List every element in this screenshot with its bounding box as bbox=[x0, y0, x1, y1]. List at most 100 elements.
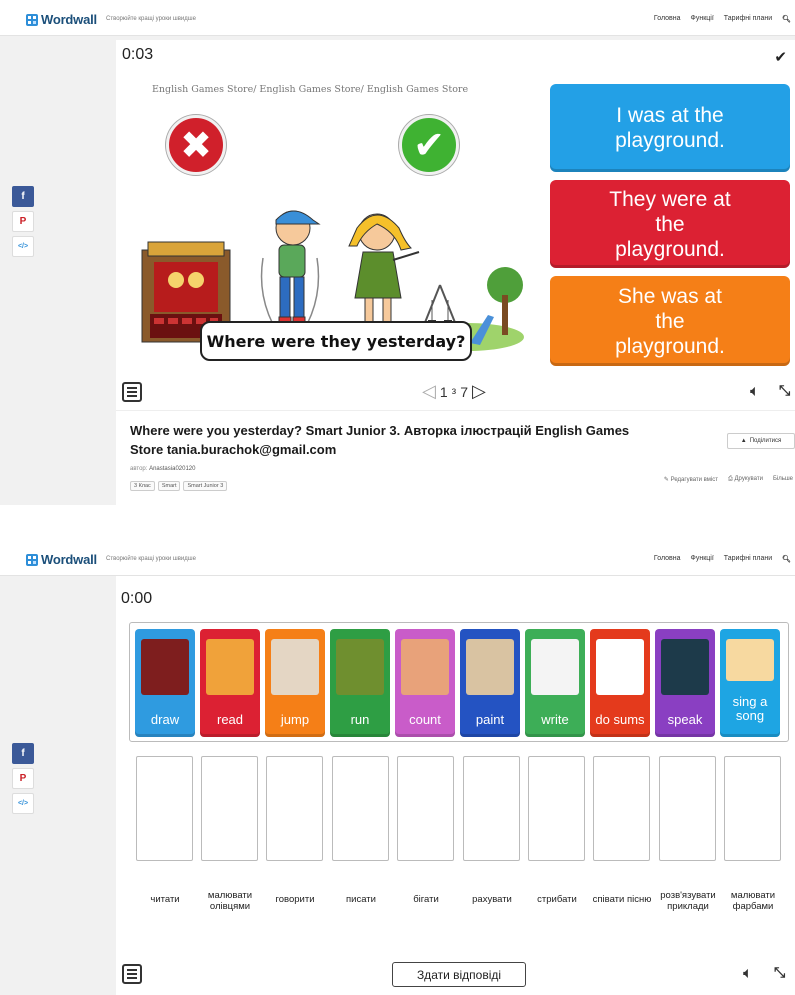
logo[interactable]: Wordwall bbox=[26, 12, 97, 27]
sound-icon[interactable]: 🔈︎ bbox=[743, 965, 753, 983]
embed-icon: </> bbox=[17, 243, 29, 250]
printer-icon: ⎙ bbox=[728, 476, 733, 482]
drop-zone[interactable] bbox=[528, 756, 585, 861]
pinterest-share-button[interactable]: P bbox=[12, 211, 34, 232]
card-label: paint bbox=[475, 712, 505, 727]
card-read[interactable]: read bbox=[200, 629, 260, 737]
menu-button[interactable] bbox=[122, 382, 142, 402]
card-jump[interactable]: jump bbox=[265, 629, 325, 737]
share-button[interactable]: ▲ Поділитися bbox=[727, 433, 795, 449]
count-picture bbox=[401, 639, 449, 695]
tag-item[interactable]: Smart bbox=[157, 481, 181, 491]
menu-icon-line bbox=[127, 391, 137, 393]
card-label: run bbox=[350, 712, 370, 727]
share-label: Поділитися bbox=[749, 438, 782, 444]
nav-home[interactable]: Головна bbox=[654, 555, 681, 563]
target-label: малювати фарбами bbox=[730, 890, 776, 912]
author-name[interactable]: Anastasia020120 bbox=[149, 466, 195, 472]
card-label: write bbox=[541, 712, 569, 727]
logo-text: Wordwall bbox=[41, 552, 97, 567]
card-count[interactable]: count bbox=[395, 629, 455, 737]
embed-icon: </> bbox=[17, 800, 29, 807]
activity-title: Where were you yesterday? Smart Junior 3… bbox=[130, 423, 630, 457]
drop-zone[interactable] bbox=[397, 756, 454, 861]
card-write[interactable]: write bbox=[525, 629, 585, 737]
card-draw[interactable]: draw bbox=[135, 629, 195, 737]
sound-icon[interactable]: 🔈︎ bbox=[750, 383, 760, 401]
watermark-text: English Games Store/ English Games Store… bbox=[152, 84, 469, 95]
answer-option-1[interactable]: I was at the playground. bbox=[550, 84, 790, 172]
tag-item[interactable]: 3 Клас bbox=[130, 481, 155, 491]
card-sing-a-song[interactable]: sing a song bbox=[720, 629, 780, 737]
wordwall-logo-icon bbox=[26, 13, 38, 26]
wrong-cross-icon: ✖ bbox=[166, 115, 226, 175]
embed-button[interactable]: </> bbox=[12, 793, 34, 814]
author-line: автор: Anastasia020120 bbox=[130, 466, 195, 472]
activity-actions: ✎ Редагувати вміст ⎙ Друкувати Більше bbox=[664, 476, 793, 483]
target-label: говорити bbox=[275, 894, 315, 905]
submit-answers-button[interactable]: Здати відповіді bbox=[392, 962, 526, 987]
menu-button[interactable] bbox=[122, 964, 142, 984]
menu-icon-line bbox=[127, 387, 137, 389]
drop-zone[interactable] bbox=[332, 756, 389, 861]
author-label: автор: bbox=[130, 466, 148, 472]
fullscreen-icon[interactable]: ⤡ bbox=[774, 964, 785, 981]
card-paint[interactable]: paint bbox=[460, 629, 520, 737]
run-picture bbox=[336, 639, 384, 695]
nav-home[interactable]: Головна bbox=[654, 15, 681, 23]
fullscreen-icon[interactable]: ⤡ bbox=[779, 382, 790, 399]
print-link[interactable]: ⎙ Друкувати bbox=[728, 476, 763, 483]
more-link[interactable]: Більше bbox=[773, 476, 793, 483]
nav-pricing[interactable]: Тарифні плани bbox=[724, 555, 772, 563]
write-picture bbox=[531, 639, 579, 695]
tagline: Створюйте кращі уроки швидше bbox=[106, 16, 196, 22]
answer-option-1-label: I was at the playground. bbox=[615, 104, 725, 152]
sums-picture bbox=[596, 639, 644, 695]
card-run[interactable]: run bbox=[330, 629, 390, 737]
menu-icon-line bbox=[127, 395, 137, 397]
edit-content-link[interactable]: ✎ Редагувати вміст bbox=[664, 476, 718, 483]
main-nav: Головна Функції Тарифні плани 🔍︎ bbox=[654, 555, 791, 563]
nav-features[interactable]: Функції bbox=[691, 15, 714, 23]
target-label: співати пісню bbox=[592, 894, 652, 905]
drop-zone[interactable] bbox=[593, 756, 650, 861]
read-picture bbox=[206, 639, 254, 695]
search-icon[interactable]: 🔍︎ bbox=[782, 555, 791, 563]
logo[interactable]: Wordwall bbox=[26, 552, 97, 567]
pinterest-share-button[interactable]: P bbox=[12, 768, 34, 789]
nav-pricing[interactable]: Тарифні плани bbox=[724, 15, 772, 23]
answer-option-3[interactable]: She was at the playground. bbox=[550, 276, 790, 366]
embed-button[interactable]: </> bbox=[12, 236, 34, 257]
facebook-share-button[interactable]: f bbox=[12, 743, 34, 764]
answer-option-2[interactable]: They were at the playground. bbox=[550, 180, 790, 268]
wordwall-logo-icon bbox=[26, 553, 38, 566]
next-icon[interactable]: ▷ bbox=[472, 381, 486, 402]
menu-icon-line bbox=[127, 977, 137, 979]
question-text: Where were they yesterday? bbox=[200, 321, 472, 361]
card-label: count bbox=[409, 712, 441, 727]
drop-zone[interactable] bbox=[201, 756, 258, 861]
menu-icon-line bbox=[127, 973, 137, 975]
drop-zone[interactable] bbox=[463, 756, 520, 861]
print-label: Друкувати bbox=[734, 476, 763, 482]
answer-option-2-label: They were at the playground. bbox=[609, 187, 731, 261]
card-speak[interactable]: speak bbox=[655, 629, 715, 737]
target-label: бігати bbox=[413, 894, 439, 905]
page-total: 7 bbox=[460, 383, 469, 400]
card-label: do sums bbox=[595, 712, 645, 727]
timer: 0:00 bbox=[121, 590, 153, 607]
previous-icon[interactable]: ◁ bbox=[422, 381, 436, 402]
drop-zone[interactable] bbox=[136, 756, 193, 861]
game-panel: 0:00 draw read jump run count paint writ… bbox=[116, 576, 795, 995]
drop-zone[interactable] bbox=[266, 756, 323, 861]
page-of: з bbox=[451, 386, 457, 397]
nav-features[interactable]: Функції bbox=[691, 555, 714, 563]
tag-item[interactable]: Smart Junior 3 bbox=[183, 481, 228, 491]
facebook-share-button[interactable]: f bbox=[12, 186, 34, 207]
card-do-sums[interactable]: do sums bbox=[590, 629, 650, 737]
card-label: sing a song bbox=[732, 694, 768, 723]
search-icon[interactable]: 🔍︎ bbox=[782, 15, 791, 23]
drop-zone[interactable] bbox=[724, 756, 781, 861]
drop-zone[interactable] bbox=[659, 756, 716, 861]
target-label: читати bbox=[150, 894, 180, 905]
